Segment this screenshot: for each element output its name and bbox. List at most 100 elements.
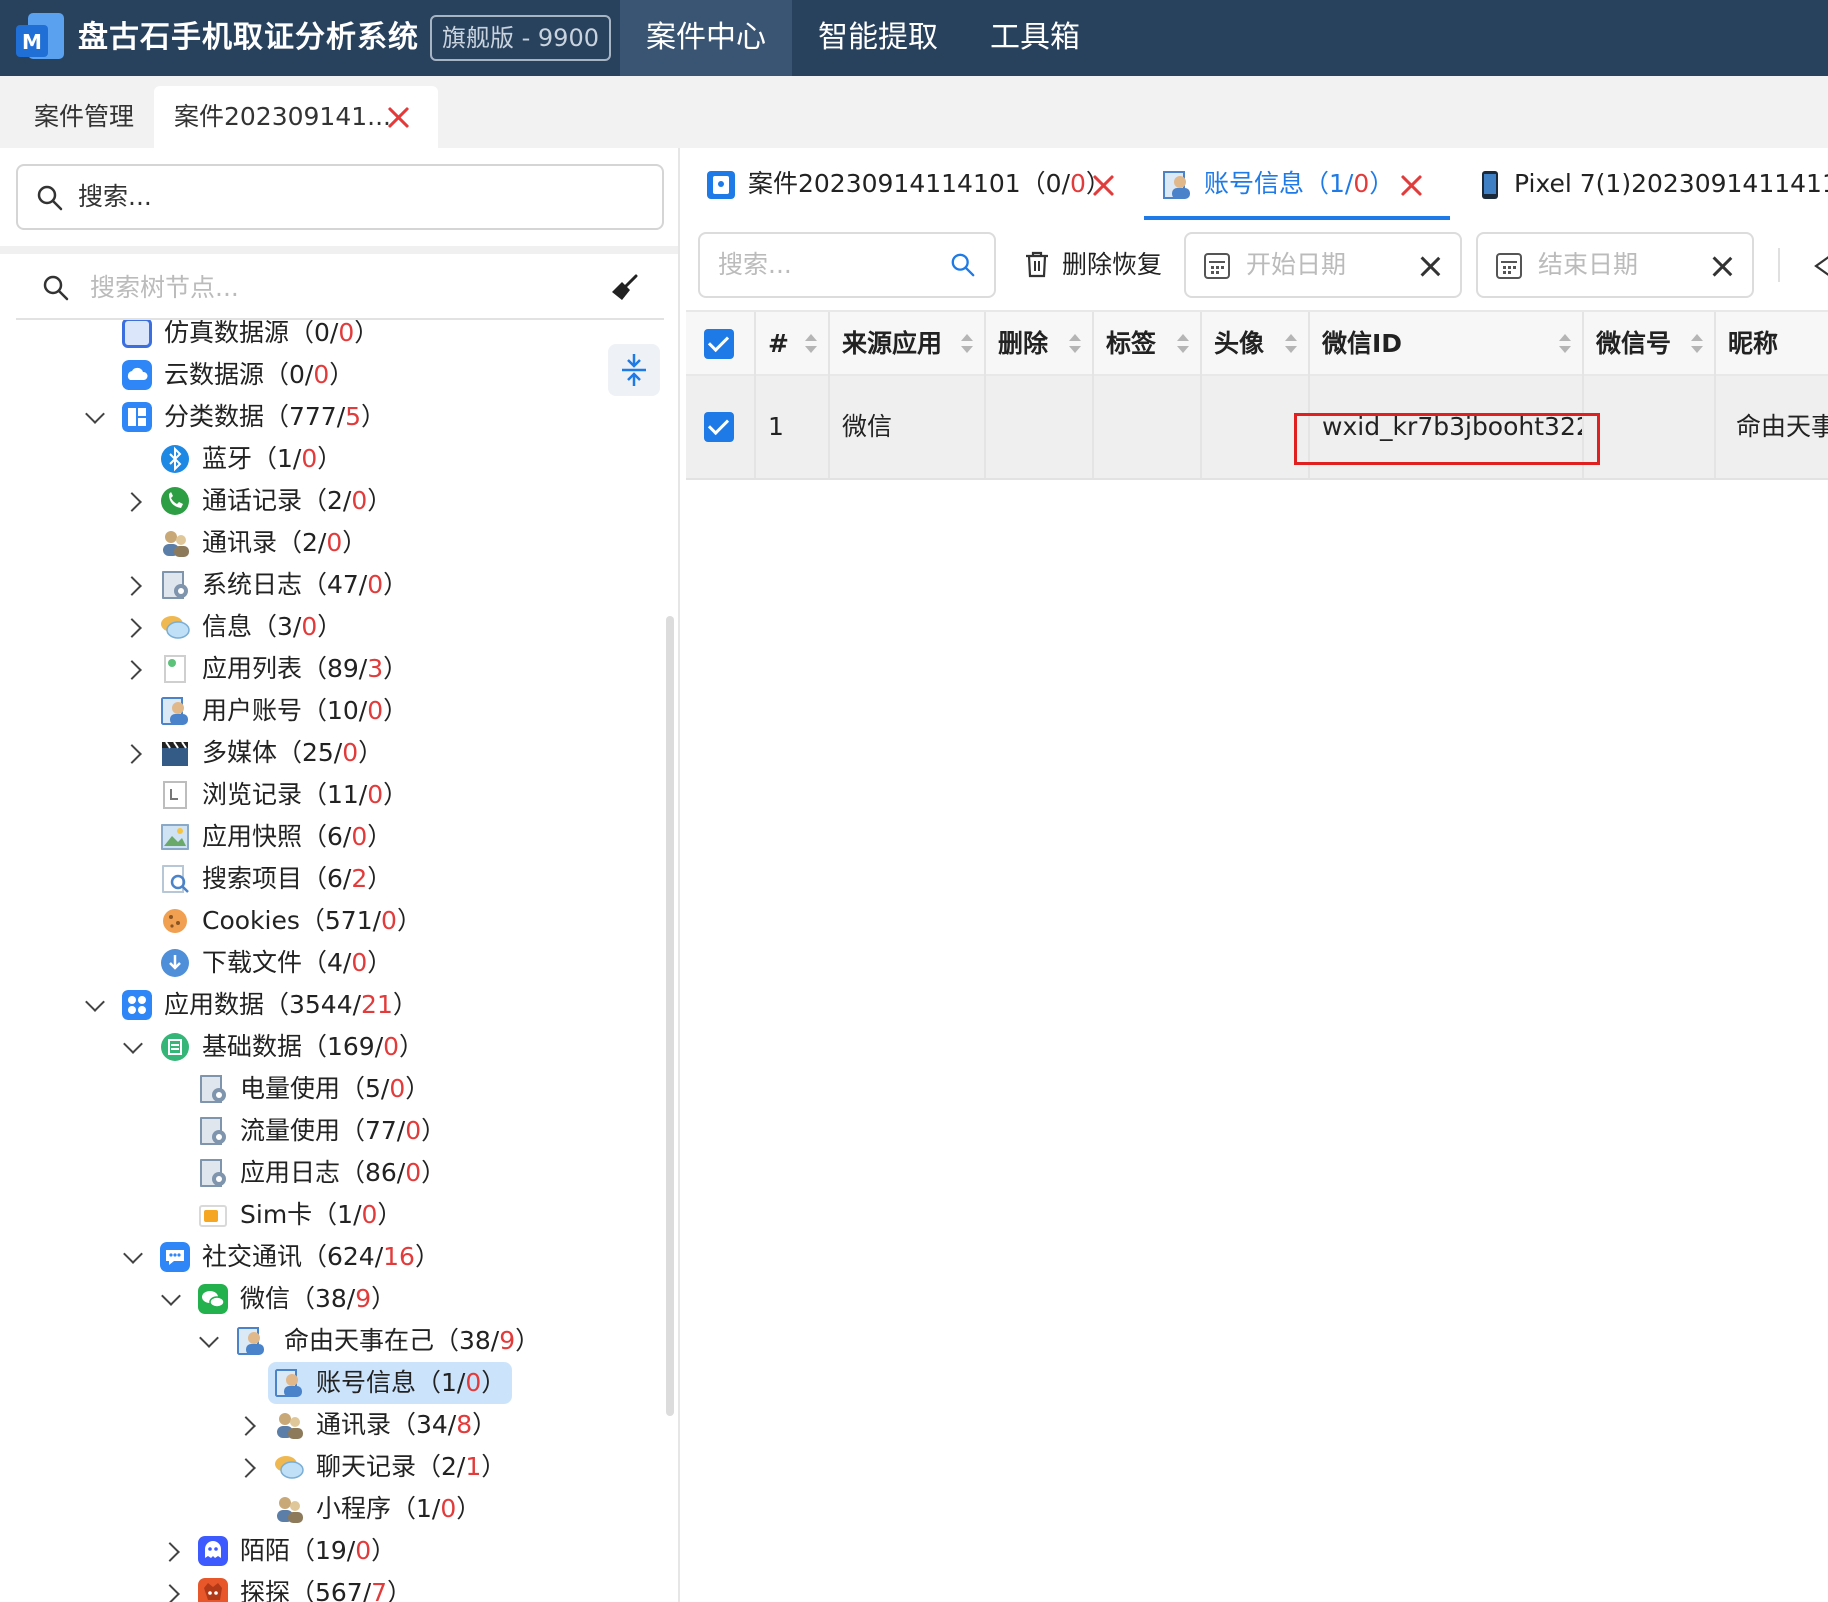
header-nickname[interactable]: 昵称 xyxy=(1716,312,1828,376)
chevron-down-icon[interactable] xyxy=(84,407,104,427)
chevron-down-icon[interactable] xyxy=(122,1037,142,1057)
tree-item-mini-program[interactable]: 小程序（1/0） xyxy=(0,1488,660,1530)
sort-icon[interactable] xyxy=(1284,334,1298,356)
row-select[interactable] xyxy=(686,376,756,478)
case-search-input[interactable]: 搜索... xyxy=(16,164,664,230)
tab-pixel-device[interactable]: Pixel 7(1)20230914114119（ xyxy=(1514,148,1828,220)
tree-item-traffic-usage[interactable]: 流量使用（77/0） xyxy=(0,1110,660,1152)
tree-item-downloads[interactable]: 下载文件（4/0） xyxy=(0,942,660,984)
chevron-right-icon[interactable] xyxy=(124,491,144,511)
tree-item-chat-records[interactable]: 聊天记录（2/1） xyxy=(0,1446,660,1488)
broom-icon[interactable] xyxy=(608,272,640,304)
tree-item-label: 蓝牙（1/0） xyxy=(202,444,343,473)
tree-item-app-data[interactable]: 应用数据（3544/21） xyxy=(0,984,660,1026)
chevron-down-icon[interactable] xyxy=(122,1247,142,1267)
chevron-right-icon[interactable] xyxy=(124,617,144,637)
tree-item-label: 流量使用（77/0） xyxy=(240,1116,447,1145)
header-tag[interactable]: 标签 xyxy=(1094,312,1202,376)
clear-icon[interactable] xyxy=(1420,256,1440,276)
tantan-icon xyxy=(198,1578,228,1602)
end-date-picker[interactable]: 结束日期 xyxy=(1476,232,1754,298)
close-icon[interactable] xyxy=(387,106,409,128)
tree-item-system-log[interactable]: 系统日志（47/0） xyxy=(0,564,660,606)
tree-item-contacts[interactable]: 通讯录（2/0） xyxy=(0,522,660,564)
tab-case-management[interactable]: 案件管理 xyxy=(34,86,134,148)
tree-item-tantan[interactable]: 探探（567/7） xyxy=(0,1572,660,1602)
sort-icon[interactable] xyxy=(1068,334,1082,356)
header-wechat-id[interactable]: 微信ID xyxy=(1310,312,1584,376)
tree-item-battery-usage[interactable]: 电量使用（5/0） xyxy=(0,1068,660,1110)
tree-item-app-snapshot[interactable]: 应用快照（6/0） xyxy=(0,816,660,858)
tree-item-user-account[interactable]: 用户账号（10/0） xyxy=(0,690,660,732)
tree-item-account-info[interactable]: 账号信息（1/0） xyxy=(0,1362,660,1404)
contacts-icon xyxy=(163,531,189,557)
tree-item-label: 下载文件（4/0） xyxy=(202,948,393,977)
nav-toolbox[interactable]: 工具箱 xyxy=(970,0,1100,76)
sort-icon[interactable] xyxy=(960,334,974,356)
chevron-down-icon[interactable] xyxy=(84,995,104,1015)
tree-item-sim-card[interactable]: Sim卡（1/0） xyxy=(0,1194,660,1236)
tree-item-bluetooth[interactable]: 蓝牙（1/0） xyxy=(0,438,660,480)
tab-account-info[interactable]: 账号信息（1/0） xyxy=(1204,148,1394,220)
nav-case-center[interactable]: 案件中心 xyxy=(620,0,792,76)
tree-item-call-log[interactable]: 通话记录（2/0） xyxy=(0,480,660,522)
tree-item-wechat[interactable]: 微信（38/9） xyxy=(0,1278,660,1320)
sort-icon[interactable] xyxy=(1558,334,1572,356)
tree-item-multimedia[interactable]: 多媒体（25/0） xyxy=(0,732,660,774)
cell-source-app: 微信 xyxy=(830,376,986,478)
close-icon[interactable] xyxy=(1400,174,1422,196)
tree-item-basic-data[interactable]: 基础数据（169/0） xyxy=(0,1026,660,1068)
tree-item-social[interactable]: 社交通讯（624/16） xyxy=(0,1236,660,1278)
scrollbar-thumb[interactable] xyxy=(666,616,674,1416)
row-checkbox[interactable] xyxy=(704,412,734,442)
chevron-down-icon[interactable] xyxy=(160,1289,180,1309)
chevron-right-icon[interactable] xyxy=(162,1583,182,1602)
tree-item-app-list[interactable]: 应用列表（89/3） xyxy=(0,648,660,690)
search-item-icon xyxy=(162,865,189,893)
start-date-picker[interactable]: 开始日期 xyxy=(1184,232,1462,298)
tree-item-cookies[interactable]: Cookies（571/0） xyxy=(0,900,660,942)
tab-case[interactable]: 案件20230914114101（0/0） xyxy=(748,148,1111,220)
chevron-right-icon[interactable] xyxy=(124,575,144,595)
header-select-all[interactable] xyxy=(686,312,756,376)
chevron-right-icon[interactable] xyxy=(162,1541,182,1561)
tree-item-momo[interactable]: 陌陌（19/0） xyxy=(0,1530,660,1572)
tree-search-input[interactable]: 搜索树节点... xyxy=(16,256,664,320)
table-header: # 来源应用 删除 标签 头像 微信ID 微信号 昵称 xyxy=(686,310,1828,376)
tree-item-cloud-data[interactable]: 云数据源（0/0） xyxy=(0,354,660,396)
table-row[interactable]: 1 微信 wxid_kr7b3jbooht322 命由天事 xyxy=(686,376,1828,480)
tree-item-messages[interactable]: 信息（3/0） xyxy=(0,606,660,648)
chevron-down-icon[interactable] xyxy=(198,1331,218,1351)
chevron-right-icon[interactable] xyxy=(124,743,144,763)
tree-item-wechat-contacts[interactable]: 通讯录（34/8） xyxy=(0,1404,660,1446)
header-index[interactable]: # xyxy=(756,312,830,376)
header-wechat-no[interactable]: 微信号 xyxy=(1584,312,1716,376)
tree-item-wechat-user[interactable]: 命由天事在己（38/9） xyxy=(0,1320,660,1362)
clear-icon[interactable] xyxy=(1712,256,1732,276)
sort-icon[interactable] xyxy=(1176,334,1190,356)
collapse-all-button[interactable] xyxy=(608,344,660,396)
sort-icon[interactable] xyxy=(804,334,818,356)
header-deleted[interactable]: 删除 xyxy=(986,312,1094,376)
header-source-app[interactable]: 来源应用 xyxy=(830,312,986,376)
select-all-checkbox[interactable] xyxy=(704,329,734,359)
delete-restore-button[interactable]: 删除恢复 xyxy=(1024,232,1164,298)
tree-item-category-data[interactable]: 分类数据（777/5） xyxy=(0,396,660,438)
chevron-right-icon[interactable] xyxy=(238,1415,258,1435)
svg-text:M: M xyxy=(22,30,42,54)
tree-item-app-log[interactable]: 应用日志（86/0） xyxy=(0,1152,660,1194)
close-icon[interactable] xyxy=(1092,174,1114,196)
user-account-icon xyxy=(161,697,188,725)
tree-item-emulator-data[interactable]: 仿真数据源（0/0） xyxy=(0,320,660,354)
account-info-icon xyxy=(275,1369,302,1397)
nav-smart-extract[interactable]: 智能提取 xyxy=(800,0,956,76)
sort-icon[interactable] xyxy=(1690,334,1704,356)
chevron-right-icon[interactable] xyxy=(238,1457,258,1477)
tag-icon[interactable] xyxy=(1812,252,1828,280)
tree-item-label: 搜索项目（6/2） xyxy=(202,864,393,893)
tree-item-browse-history[interactable]: 浏览记录（11/0） xyxy=(0,774,660,816)
tree-item-search-items[interactable]: 搜索项目（6/2） xyxy=(0,858,660,900)
table-search-input[interactable]: 搜索... xyxy=(698,232,996,298)
header-avatar[interactable]: 头像 xyxy=(1202,312,1310,376)
chevron-right-icon[interactable] xyxy=(124,659,144,679)
